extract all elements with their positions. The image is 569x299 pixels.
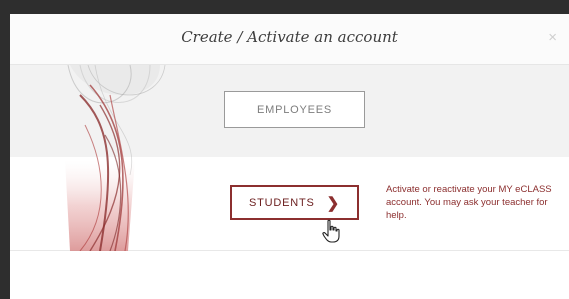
students-button-label: STUDENTS xyxy=(248,196,315,209)
employees-button-label: EMPLOYEES xyxy=(256,103,333,116)
close-icon[interactable]: × xyxy=(548,29,557,46)
hand-pointer-icon xyxy=(322,219,340,243)
create-account-modal: Create / Activate an account × EMPLOYEES… xyxy=(10,14,569,299)
employees-button[interactable]: EMPLOYEES xyxy=(224,91,365,128)
modal-header: Create / Activate an account × xyxy=(10,14,569,65)
students-button[interactable]: STUDENTS ❯ xyxy=(230,185,359,220)
decorative-swirl-illustration xyxy=(65,65,166,251)
modal-title: Create / Activate an account xyxy=(181,28,398,46)
chevron-right-icon: ❯ xyxy=(326,194,341,212)
students-description: Activate or reactivate your MY eCLASS ac… xyxy=(386,184,552,221)
modal-footer-area xyxy=(10,251,569,299)
